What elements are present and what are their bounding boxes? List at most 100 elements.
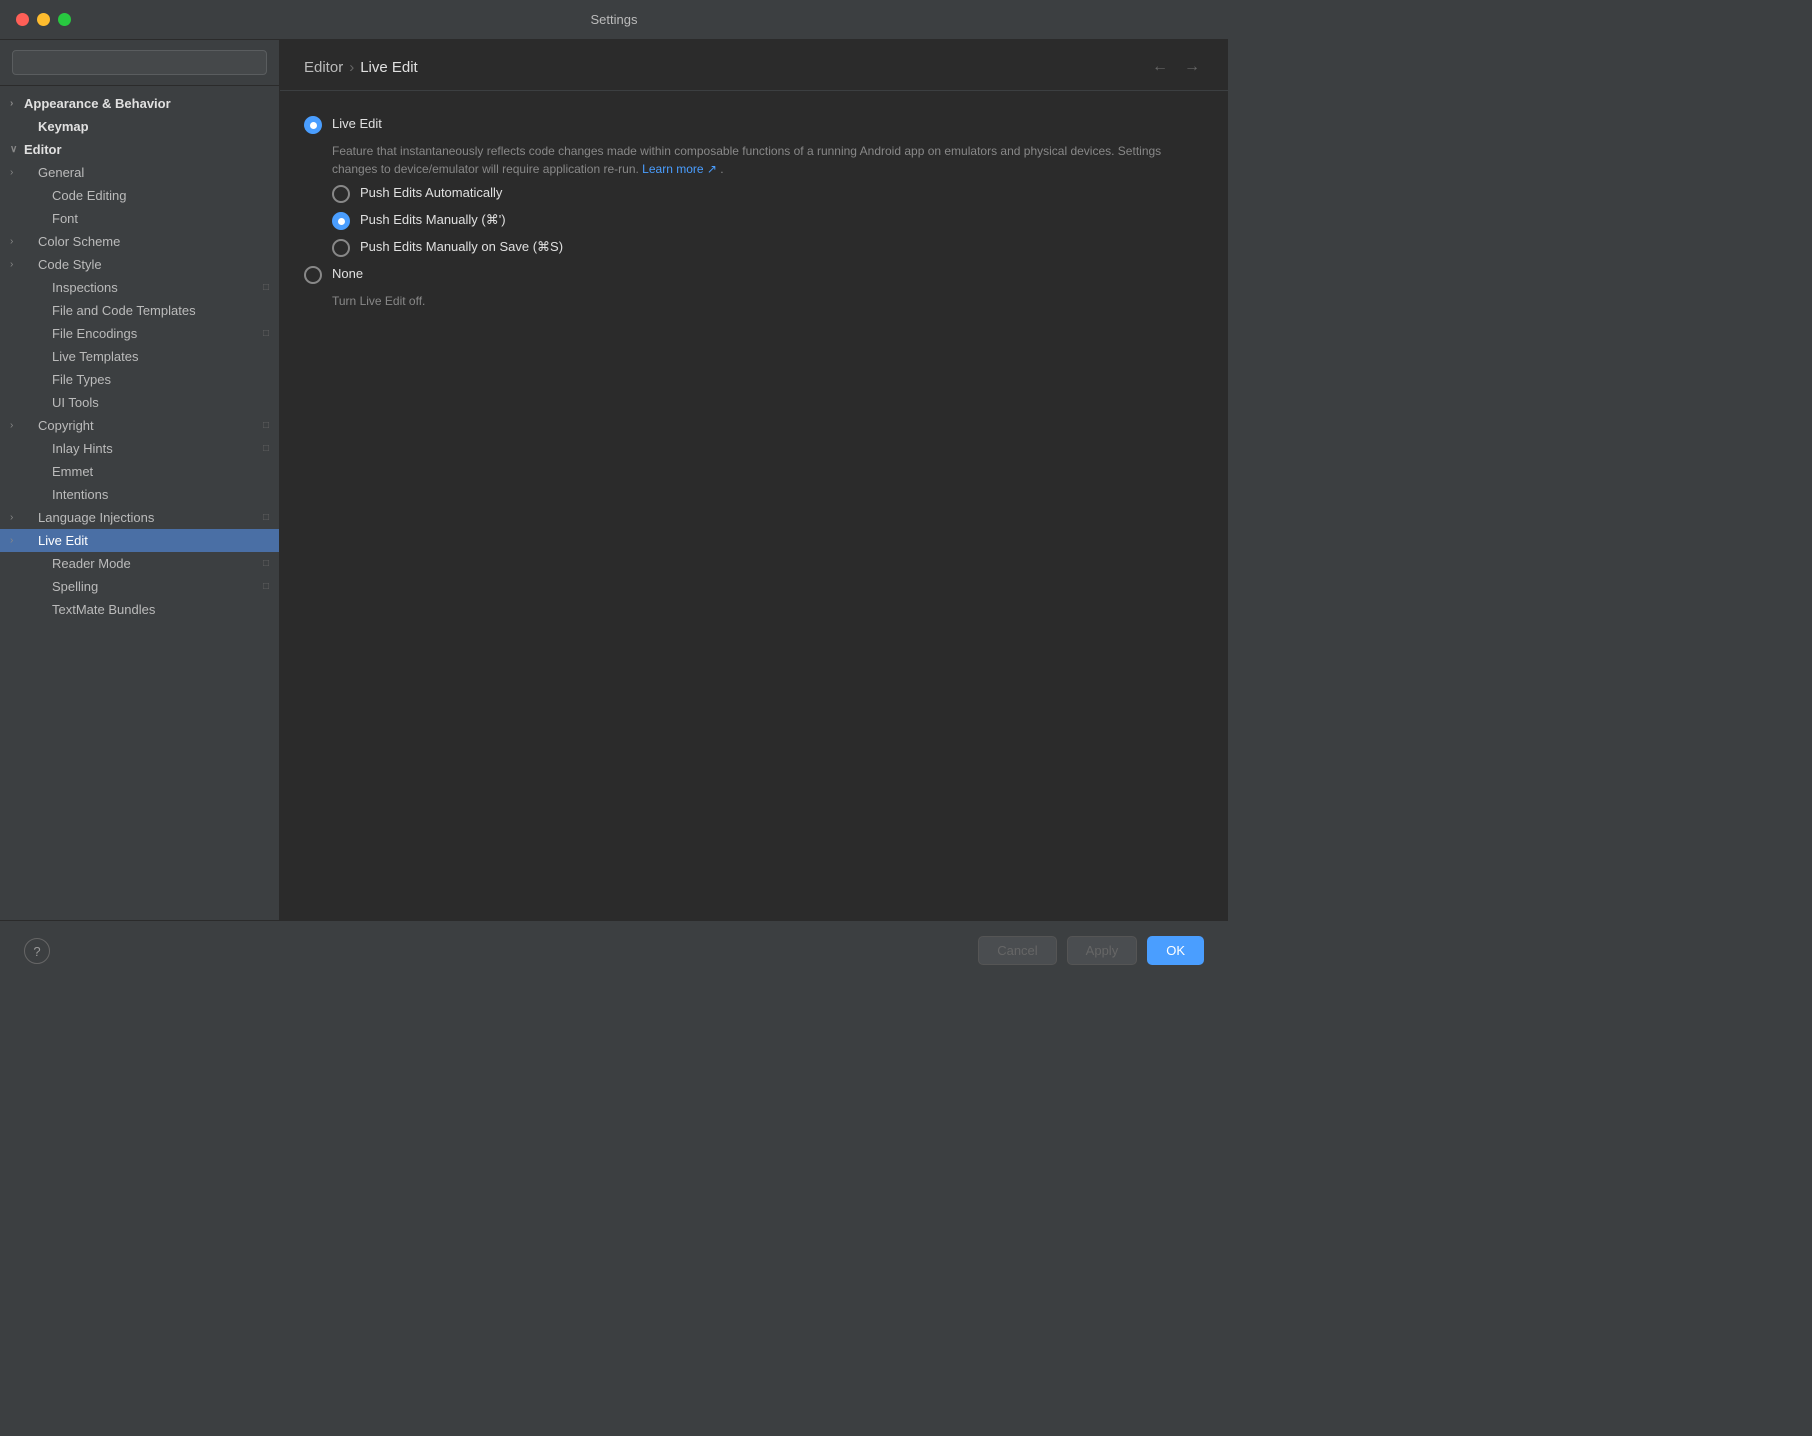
sidebar-item-file-code-templates[interactable]: File and Code Templates [0, 299, 279, 322]
breadcrumb-parent: Editor [304, 59, 343, 76]
sidebar-item-badge: □ [263, 328, 269, 339]
none-description: Turn Live Edit off. [332, 292, 1204, 310]
sidebar-item-label: UI Tools [52, 395, 269, 410]
sidebar-item-label: File Encodings [52, 326, 259, 341]
arrow-icon: ∨ [10, 144, 24, 155]
titlebar: Settings [0, 0, 1228, 40]
sidebar-item-ui-tools[interactable]: UI Tools [0, 391, 279, 414]
sidebar-item-label: Appearance & Behavior [24, 96, 269, 111]
ok-button[interactable]: OK [1147, 936, 1204, 965]
sidebar-item-label: Keymap [38, 119, 269, 134]
sidebar-item-inspections[interactable]: Inspections □ [0, 276, 279, 299]
sidebar-item-general[interactable]: ›General [0, 161, 279, 184]
search-input[interactable] [12, 50, 267, 75]
sidebar-item-label: Code Editing [52, 188, 269, 203]
live-edit-label: Live Edit [332, 115, 382, 133]
maximize-button[interactable] [58, 13, 71, 26]
push-manual-option: Push Edits Manually (⌘') [332, 211, 1204, 230]
sidebar-item-label: File Types [52, 372, 269, 387]
push-auto-radio[interactable] [332, 185, 350, 203]
sidebar-item-label: Editor [24, 142, 269, 157]
sidebar-item-textmate-bundles[interactable]: TextMate Bundles [0, 598, 279, 621]
sidebar-item-label: TextMate Bundles [52, 602, 269, 617]
arrow-icon: › [10, 98, 24, 109]
breadcrumb: Editor › Live Edit [304, 59, 418, 76]
sidebar-item-emmet[interactable]: Emmet [0, 460, 279, 483]
sidebar-tree: ›Appearance & BehaviorKeymap∨Editor›Gene… [0, 86, 279, 920]
learn-more-link[interactable]: Learn more ↗ [642, 162, 717, 176]
live-edit-radio[interactable] [304, 116, 322, 134]
content-header: Editor › Live Edit ← → [280, 40, 1228, 91]
arrow-icon: › [10, 535, 24, 546]
sidebar-item-appearance[interactable]: ›Appearance & Behavior [0, 92, 279, 115]
sidebar-item-label: Spelling [52, 579, 259, 594]
none-radio[interactable] [304, 266, 322, 284]
sidebar-item-color-scheme[interactable]: › Color Scheme [0, 230, 279, 253]
sidebar-item-badge: □ [263, 420, 269, 431]
breadcrumb-current: Live Edit [360, 59, 418, 76]
sidebar-item-spelling[interactable]: Spelling □ [0, 575, 279, 598]
sidebar-item-label: Inspections [52, 280, 259, 295]
search-wrap: 🔍 [0, 40, 279, 86]
sidebar-item-editor[interactable]: ∨Editor [0, 138, 279, 161]
sidebar-item-file-types[interactable]: File Types [0, 368, 279, 391]
live-edit-option: Live Edit [304, 115, 1204, 134]
sidebar-item-label: Language Injections [38, 510, 259, 525]
sidebar-item-language-injections[interactable]: ›Language Injections□ [0, 506, 279, 529]
sidebar-item-code-editing[interactable]: Code Editing [0, 184, 279, 207]
content-body: Live Edit Feature that instantaneously r… [280, 91, 1228, 920]
sidebar-item-label: Code Style [38, 257, 269, 272]
push-save-radio[interactable] [332, 239, 350, 257]
sidebar-item-font[interactable]: Font [0, 207, 279, 230]
push-manual-label: Push Edits Manually (⌘') [360, 211, 506, 229]
sidebar-item-badge: □ [263, 282, 269, 293]
apply-button[interactable]: Apply [1067, 936, 1138, 965]
sidebar-item-label: Color Scheme [38, 234, 269, 249]
sidebar-item-label: Live Templates [52, 349, 269, 364]
push-auto-label: Push Edits Automatically [360, 184, 502, 202]
window-buttons [16, 13, 71, 26]
sidebar-item-inlay-hints[interactable]: Inlay Hints □ [0, 437, 279, 460]
sidebar-item-keymap[interactable]: Keymap [0, 115, 279, 138]
sidebar-item-label: Live Edit [38, 533, 269, 548]
arrow-icon: › [10, 420, 24, 431]
nav-back-button[interactable]: ← [1148, 56, 1172, 78]
sidebar-item-label: Inlay Hints [52, 441, 259, 456]
sub-options: Push Edits Automatically Push Edits Manua… [332, 184, 1204, 257]
push-auto-option: Push Edits Automatically [332, 184, 1204, 203]
none-option: None [304, 265, 1204, 284]
sidebar-item-live-templates[interactable]: Live Templates [0, 345, 279, 368]
push-save-label: Push Edits Manually on Save (⌘S) [360, 238, 563, 256]
sidebar-item-copyright[interactable]: › Copyright □ [0, 414, 279, 437]
sidebar-item-label: Copyright [38, 418, 259, 433]
arrow-icon: › [10, 236, 24, 247]
bottom-bar: ? Cancel Apply OK [0, 920, 1228, 980]
sidebar-item-label: File and Code Templates [52, 303, 269, 318]
none-label: None [332, 265, 363, 283]
sidebar-item-label: Font [52, 211, 269, 226]
live-edit-description: Feature that instantaneously reflects co… [332, 142, 1204, 178]
sidebar-item-badge: □ [263, 581, 269, 592]
arrow-icon: › [10, 167, 24, 178]
sidebar-item-badge: □ [263, 558, 269, 569]
sidebar-item-live-edit[interactable]: › Live Edit [0, 529, 279, 552]
sidebar-item-label: Emmet [52, 464, 269, 479]
sidebar-item-code-style[interactable]: › Code Style [0, 253, 279, 276]
sidebar-item-reader-mode[interactable]: Reader Mode □ [0, 552, 279, 575]
content-area: Editor › Live Edit ← → Live Edit Feature… [280, 40, 1228, 920]
cancel-button[interactable]: Cancel [978, 936, 1056, 965]
sidebar-item-file-encodings[interactable]: File Encodings □ [0, 322, 279, 345]
sidebar-item-label: Reader Mode [52, 556, 259, 571]
arrow-icon: › [10, 259, 24, 270]
push-manual-radio[interactable] [332, 212, 350, 230]
close-button[interactable] [16, 13, 29, 26]
window-title: Settings [591, 12, 638, 27]
breadcrumb-separator: › [349, 59, 354, 76]
help-button[interactable]: ? [24, 938, 50, 964]
sidebar-item-intentions[interactable]: Intentions [0, 483, 279, 506]
nav-forward-button[interactable]: → [1180, 56, 1204, 78]
minimize-button[interactable] [37, 13, 50, 26]
nav-arrows: ← → [1148, 56, 1204, 78]
sidebar-item-badge: □ [263, 443, 269, 454]
arrow-icon: › [10, 512, 24, 523]
